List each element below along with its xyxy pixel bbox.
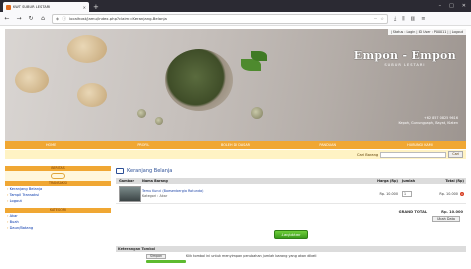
- product-total: Rp. 10.000: [439, 191, 458, 196]
- delete-icon[interactable]: ×: [460, 191, 464, 196]
- brand-name: Empon - Empon: [353, 49, 456, 62]
- search-label: Cari Barang: [356, 152, 379, 157]
- nav-hubungi[interactable]: HUBUNGI KAMI: [374, 143, 466, 147]
- checkout-button[interactable]: Lanjutkan: [274, 230, 308, 239]
- update-row: Ubah Data: [116, 216, 466, 222]
- forward-icon[interactable]: →: [16, 15, 22, 22]
- close-window-icon[interactable]: ✕: [462, 3, 466, 9]
- url-text[interactable]: localhost/jamu/index.php?claim=Keranjang…: [69, 16, 371, 21]
- tea-ball-image: [251, 107, 263, 119]
- tab-title: KWT SUBUR LESTARI: [13, 5, 51, 9]
- legend-row: Simpan Klik tombol ini untuk menyimpan p…: [116, 252, 466, 260]
- home-icon[interactable]: ⌂: [40, 15, 46, 22]
- sidebar-item-label[interactable]: Akar: [10, 214, 18, 218]
- search-input[interactable]: [380, 151, 447, 158]
- sidebar-item-label[interactable]: Buah: [10, 220, 19, 224]
- page-info-icon[interactable]: ⓘ: [62, 16, 66, 22]
- legend-green-button[interactable]: [146, 260, 186, 263]
- col-harga: Harga (Rp): [377, 179, 398, 183]
- download-icon[interactable]: ⤓: [394, 16, 396, 22]
- col-jumlah: Jumlah: [402, 179, 416, 183]
- spoon-image: [15, 67, 49, 93]
- shield-icon[interactable]: ◈: [56, 16, 59, 21]
- toolbar-right: ⤓ ⫼ ▥ ≡: [394, 16, 425, 22]
- favicon-icon: [6, 4, 11, 10]
- legend-row-2: [116, 260, 466, 264]
- quantity-input[interactable]: 1: [402, 190, 412, 197]
- grand-total-row: GRAND TOTAL Rp. 10.000: [116, 208, 466, 216]
- button-legend: Keterangan Tombol Simpan Klik tombol ini…: [116, 246, 466, 269]
- brand-subtitle: SUBUR LESTARI: [384, 63, 426, 67]
- col-gambar: Gambar: [119, 179, 134, 183]
- col-total: Total (Rp): [445, 179, 464, 183]
- search-button[interactable]: Cari: [448, 151, 463, 158]
- grand-total-label: GRAND TOTAL: [398, 210, 428, 214]
- product-image-cell: [116, 185, 142, 202]
- nav-basis[interactable]: BOLEH DI DASAR: [189, 143, 281, 147]
- legend-save-button[interactable]: Simpan: [146, 253, 167, 259]
- contact-info: +62 857 0825 9616 Kepoh, Gunungpaph, Bay…: [398, 116, 458, 126]
- status-text[interactable]: | Status : Login | ID User : P00011 | | …: [391, 30, 463, 34]
- spoon-image: [77, 83, 107, 107]
- product-category: Kategori : Akar: [142, 194, 168, 198]
- brand-logo: Empon - Empon SUBUR LESTARI: [354, 49, 456, 67]
- product-name-link[interactable]: Temu Kunci (Boesenbergia Rotunda): [142, 189, 360, 193]
- close-tab-icon[interactable]: ✕: [83, 5, 86, 10]
- product-name-cell: Temu Kunci (Boesenbergia Rotunda) Katego…: [142, 189, 360, 198]
- shopping-cart-icon: [116, 168, 124, 174]
- page-title-text: Keranjang Belanja: [127, 168, 173, 174]
- bowl-image: [165, 49, 233, 111]
- address: Kepoh, Gunungpaph, Bayat, Klaten: [398, 121, 458, 125]
- sidebar-item-label[interactable]: Keranjang Belanja: [10, 187, 43, 191]
- sidebar-item-label[interactable]: Logout: [10, 199, 22, 203]
- nav-profil[interactable]: PROFIL: [97, 143, 189, 147]
- site-banner: | Status : Login | ID User : P00011 | | …: [5, 29, 466, 141]
- reload-icon[interactable]: ↻: [28, 15, 34, 22]
- col-nama: Nama Barang: [142, 179, 168, 183]
- qty-cell: 1: [400, 190, 426, 197]
- page-actions-icon[interactable]: ···: [374, 16, 378, 21]
- minimize-icon[interactable]: –: [439, 3, 442, 9]
- total-cell: Rp. 10.000 ×: [426, 191, 466, 196]
- back-icon[interactable]: ←: [4, 15, 10, 22]
- cart-content: Keranjang Belanja Gambar Nama Barang Har…: [116, 166, 466, 269]
- user-status-bar: | Status : Login | ID User : P00011 | | …: [387, 29, 466, 35]
- leaf-image: [251, 51, 267, 61]
- spoon-image: [67, 35, 107, 63]
- sidebar-item-label[interactable]: Tampil Transaksi: [10, 193, 39, 197]
- update-button[interactable]: Ubah Data: [431, 216, 460, 222]
- table-row: Temu Kunci (Boesenbergia Rotunda) Katego…: [116, 184, 466, 204]
- emblem-icon: [51, 173, 65, 179]
- address-bar[interactable]: ◈ ⓘ localhost/jamu/index.php?claim=Keran…: [52, 13, 388, 24]
- browser-navbar: ← → ↻ ⌂ ◈ ⓘ localhost/jamu/index.php?cla…: [0, 12, 471, 26]
- sidebar-emblem: [5, 171, 111, 181]
- tea-ball-image: [155, 117, 163, 125]
- window-controls: – □ ✕: [439, 3, 471, 9]
- maximize-icon[interactable]: □: [449, 3, 454, 9]
- new-tab-button[interactable]: +: [93, 2, 99, 12]
- menu-icon[interactable]: ≡: [421, 16, 425, 22]
- sidebar: BERITAS TRANSAKSI › Keranjang Belanja › …: [5, 166, 111, 269]
- page-title: Keranjang Belanja: [116, 166, 466, 176]
- legend-description: Klik tombol ini untuk menyimpan perubaha…: [186, 254, 317, 258]
- product-price: Rp. 10.000: [379, 191, 398, 196]
- browser-tabbar: KWT SUBUR LESTARI ✕ + – □ ✕: [0, 0, 471, 12]
- sidebar-icon[interactable]: ▥: [411, 16, 416, 22]
- browser-tab[interactable]: KWT SUBUR LESTARI ✕: [3, 2, 89, 12]
- sidebar-item-daun[interactable]: › Daun/Batang: [5, 225, 111, 231]
- search-bar: Cari Barang Cari: [5, 150, 466, 159]
- product-thumbnail[interactable]: [119, 185, 141, 202]
- nav-home[interactable]: HOME: [5, 143, 97, 147]
- library-icon[interactable]: ⫼: [402, 16, 404, 22]
- sidebar-item-label[interactable]: Daun/Batang: [10, 226, 34, 230]
- nav-panduan[interactable]: PANDUAN: [282, 143, 374, 147]
- tea-ball-image: [137, 109, 146, 118]
- main-nav: HOME PROFIL BOLEH DI DASAR PANDUAN HUBUN…: [5, 141, 466, 149]
- bookmark-icon[interactable]: ☆: [380, 16, 384, 21]
- grand-total-value: Rp. 10.000: [441, 210, 463, 214]
